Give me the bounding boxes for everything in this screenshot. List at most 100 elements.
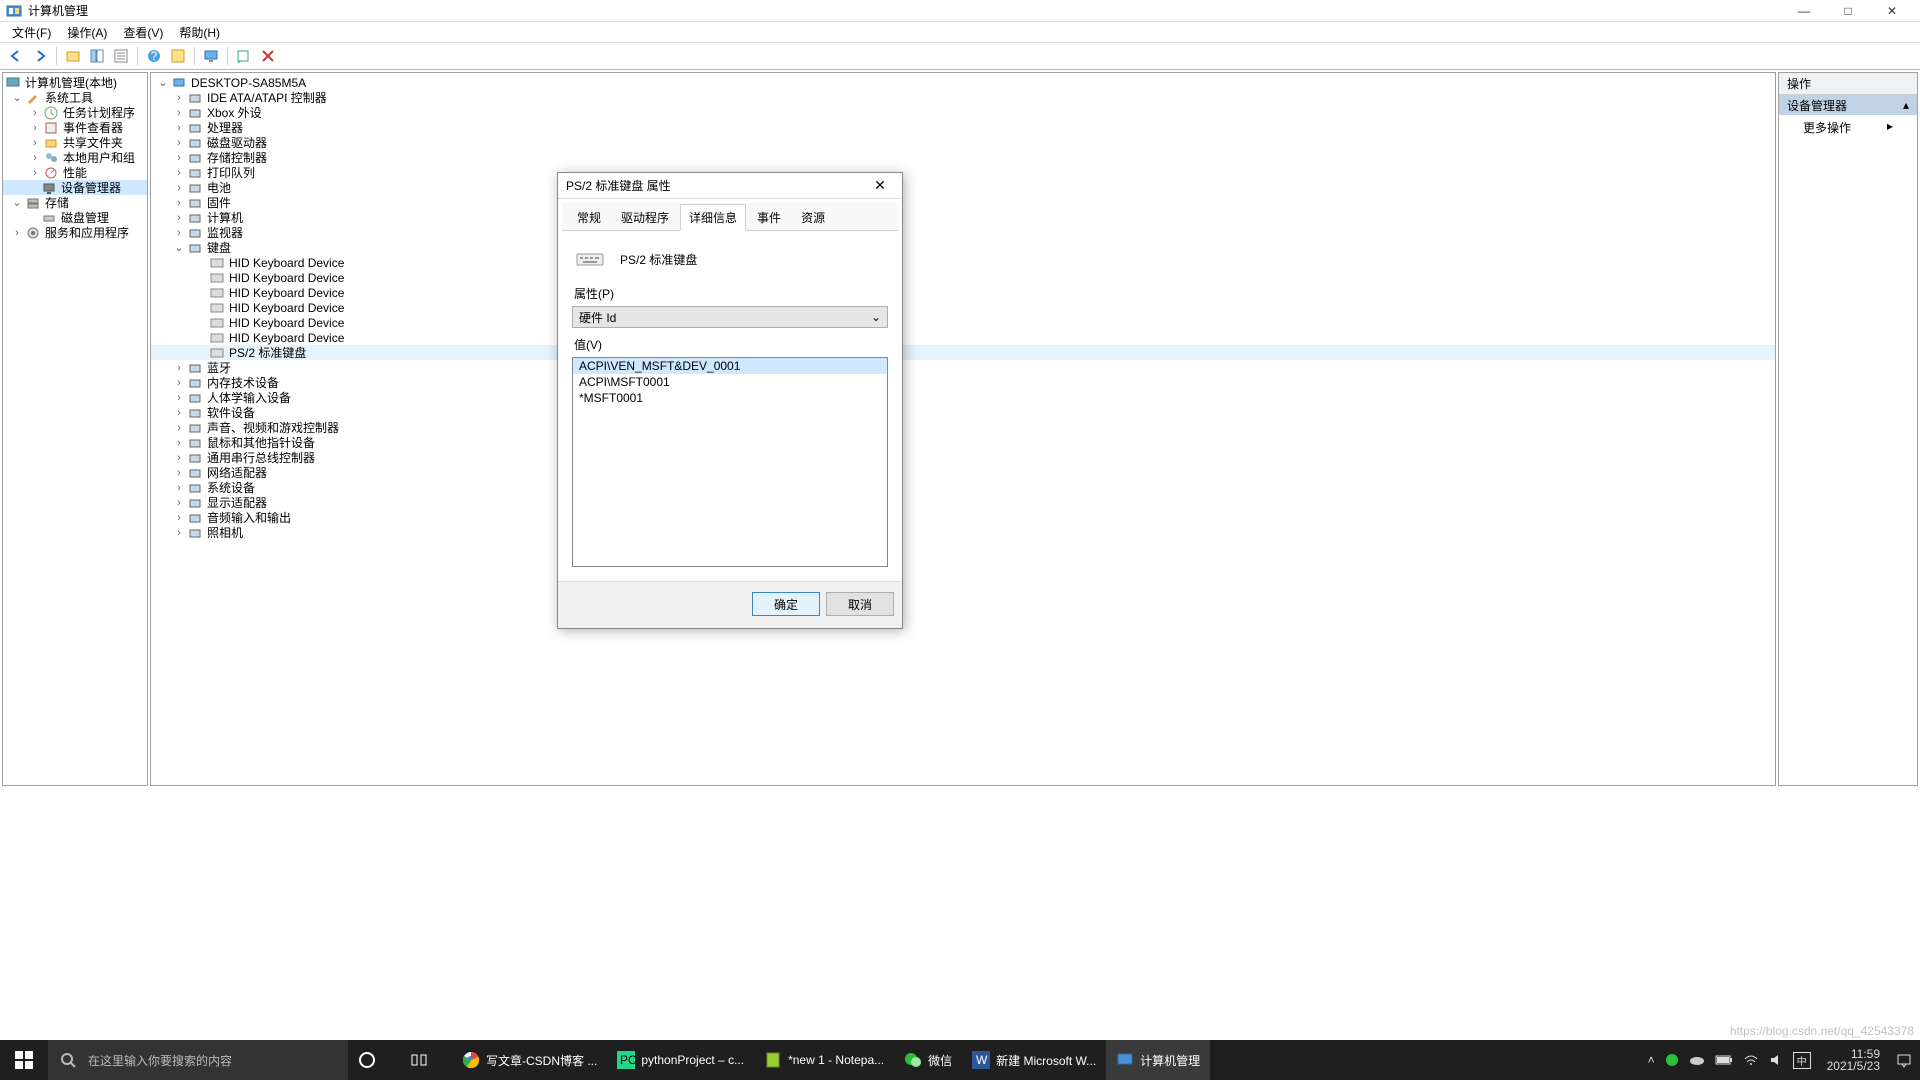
device-node[interactable]: ›软件设备 — [151, 405, 1775, 420]
tab-resources[interactable]: 资源 — [792, 204, 834, 231]
tree-system-tools[interactable]: ⌄ 系统工具 — [3, 90, 147, 105]
taskbar-app[interactable]: 计算机管理 — [1106, 1040, 1210, 1080]
minimize-button[interactable]: — — [1782, 0, 1826, 22]
menu-help[interactable]: 帮助(H) — [171, 22, 228, 43]
close-button[interactable]: ✕ — [1870, 0, 1914, 22]
device-node[interactable]: ⌄键盘 — [151, 240, 1775, 255]
device-node[interactable]: ›网络适配器 — [151, 465, 1775, 480]
actions-more[interactable]: 更多操作 ▸ — [1779, 115, 1917, 140]
refresh-button[interactable] — [167, 45, 189, 67]
tree-services[interactable]: ›服务和应用程序 — [3, 225, 147, 240]
dialog-title-bar[interactable]: PS/2 标准键盘 属性 ✕ — [558, 173, 902, 199]
expand-icon[interactable]: › — [173, 212, 185, 224]
expand-icon[interactable]: ⌄ — [157, 76, 169, 89]
device-node[interactable]: ›存储控制器 — [151, 150, 1775, 165]
expand-icon[interactable]: › — [173, 167, 185, 179]
task-view-button[interactable] — [400, 1040, 452, 1080]
forward-button[interactable] — [29, 45, 51, 67]
menu-view[interactable]: 查看(V) — [115, 22, 171, 43]
device-node[interactable]: ›鼠标和其他指针设备 — [151, 435, 1775, 450]
dialog-close-button[interactable]: ✕ — [866, 175, 894, 197]
device-node[interactable]: HID Keyboard Device — [151, 285, 1775, 300]
tray-ime-icon[interactable]: 中 — [1793, 1052, 1811, 1069]
device-node[interactable]: ›内存技术设备 — [151, 375, 1775, 390]
expand-icon[interactable]: › — [173, 497, 185, 509]
tree-event-viewer[interactable]: ›事件查看器 — [3, 120, 147, 135]
device-node[interactable]: ›固件 — [151, 195, 1775, 210]
expand-icon[interactable]: › — [173, 452, 185, 464]
expand-icon[interactable]: › — [173, 407, 185, 419]
expand-icon[interactable]: › — [173, 152, 185, 164]
tray-clock[interactable]: 11:59 2021/5/23 — [1821, 1048, 1886, 1072]
taskbar-app[interactable]: *new 1 - Notepa... — [754, 1040, 894, 1080]
expand-icon[interactable]: › — [173, 512, 185, 524]
taskbar-app[interactable]: PCpythonProject – c... — [607, 1040, 754, 1080]
expand-icon[interactable]: › — [29, 107, 41, 119]
expand-icon[interactable]: › — [173, 137, 185, 149]
device-node[interactable]: ›电池 — [151, 180, 1775, 195]
expand-icon[interactable]: › — [173, 362, 185, 374]
cortana-button[interactable] — [348, 1040, 400, 1080]
expand-icon[interactable]: › — [173, 197, 185, 209]
device-node[interactable]: ›通用串行总线控制器 — [151, 450, 1775, 465]
tab-events[interactable]: 事件 — [748, 204, 790, 231]
expand-icon[interactable]: › — [173, 227, 185, 239]
tree-task-scheduler[interactable]: ›任务计划程序 — [3, 105, 147, 120]
device-root[interactable]: ⌄DESKTOP-SA85M5A — [151, 75, 1775, 90]
taskbar-app[interactable]: W新建 Microsoft W... — [962, 1040, 1106, 1080]
tab-general[interactable]: 常规 — [568, 204, 610, 231]
device-node[interactable]: ›系统设备 — [151, 480, 1775, 495]
device-tree[interactable]: ⌄DESKTOP-SA85M5A ›IDE ATA/ATAPI 控制器›Xbox… — [151, 73, 1775, 542]
property-select[interactable]: 硬件 Id ⌄ — [572, 306, 888, 328]
device-node[interactable]: ›磁盘驱动器 — [151, 135, 1775, 150]
tray-wifi-icon[interactable] — [1743, 1054, 1759, 1066]
hardware-id-list[interactable]: ACPI\VEN_MSFT&DEV_0001 ACPI\MSFT0001 *MS… — [572, 357, 888, 567]
device-node[interactable]: ›Xbox 外设 — [151, 105, 1775, 120]
system-tray[interactable]: ˄ 中 11:59 2021/5/23 — [1640, 1048, 1920, 1072]
tab-driver[interactable]: 驱动程序 — [612, 204, 678, 231]
expand-icon[interactable]: › — [173, 122, 185, 134]
tree-performance[interactable]: ›性能 — [3, 165, 147, 180]
actions-sub[interactable]: 设备管理器 ▴ — [1779, 95, 1917, 115]
device-node[interactable]: ›照相机 — [151, 525, 1775, 540]
menu-file[interactable]: 文件(F) — [4, 22, 59, 43]
device-node[interactable]: HID Keyboard Device — [151, 330, 1775, 345]
tree-root[interactable]: 计算机管理(本地) — [3, 75, 147, 90]
monitor-button[interactable] — [200, 45, 222, 67]
tray-chevron-icon[interactable]: ˄ — [1648, 1053, 1655, 1067]
expand-icon[interactable]: › — [29, 152, 41, 164]
back-button[interactable] — [5, 45, 27, 67]
tray-volume-icon[interactable] — [1769, 1053, 1783, 1067]
expand-icon[interactable]: › — [29, 167, 41, 179]
device-node[interactable]: ›计算机 — [151, 210, 1775, 225]
start-button[interactable] — [0, 1040, 48, 1080]
device-node[interactable]: ›蓝牙 — [151, 360, 1775, 375]
show-hide-tree-button[interactable] — [86, 45, 108, 67]
management-tree[interactable]: 计算机管理(本地) ⌄ 系统工具 ›任务计划程序 ›事件查看器 ›共享文件夹 ›… — [3, 73, 147, 242]
expand-icon[interactable]: ⌄ — [11, 196, 23, 209]
menu-action[interactable]: 操作(A) — [59, 22, 115, 43]
scan-button[interactable] — [233, 45, 255, 67]
expand-icon[interactable]: › — [29, 137, 41, 149]
tray-onedrive-icon[interactable] — [1689, 1054, 1705, 1066]
expand-icon[interactable]: ⌄ — [11, 91, 23, 104]
properties-button[interactable] — [110, 45, 132, 67]
tree-storage[interactable]: ⌄存储 — [3, 195, 147, 210]
device-node[interactable]: HID Keyboard Device — [151, 315, 1775, 330]
expand-icon[interactable]: › — [173, 377, 185, 389]
expand-icon[interactable]: › — [173, 92, 185, 104]
tree-device-manager[interactable]: 设备管理器 — [3, 180, 147, 195]
up-button[interactable] — [62, 45, 84, 67]
expand-icon[interactable]: › — [11, 227, 23, 239]
list-item[interactable]: *MSFT0001 — [573, 390, 887, 406]
expand-icon[interactable]: ⌄ — [173, 241, 185, 254]
expand-icon[interactable]: › — [173, 107, 185, 119]
tray-battery-icon[interactable] — [1715, 1054, 1733, 1066]
device-node[interactable]: ›显示适配器 — [151, 495, 1775, 510]
device-node[interactable]: ›IDE ATA/ATAPI 控制器 — [151, 90, 1775, 105]
tree-local-users[interactable]: ›本地用户和组 — [3, 150, 147, 165]
maximize-button[interactable]: □ — [1826, 0, 1870, 22]
device-node[interactable]: ›监视器 — [151, 225, 1775, 240]
tree-shared-folders[interactable]: ›共享文件夹 — [3, 135, 147, 150]
expand-icon[interactable]: › — [173, 482, 185, 494]
